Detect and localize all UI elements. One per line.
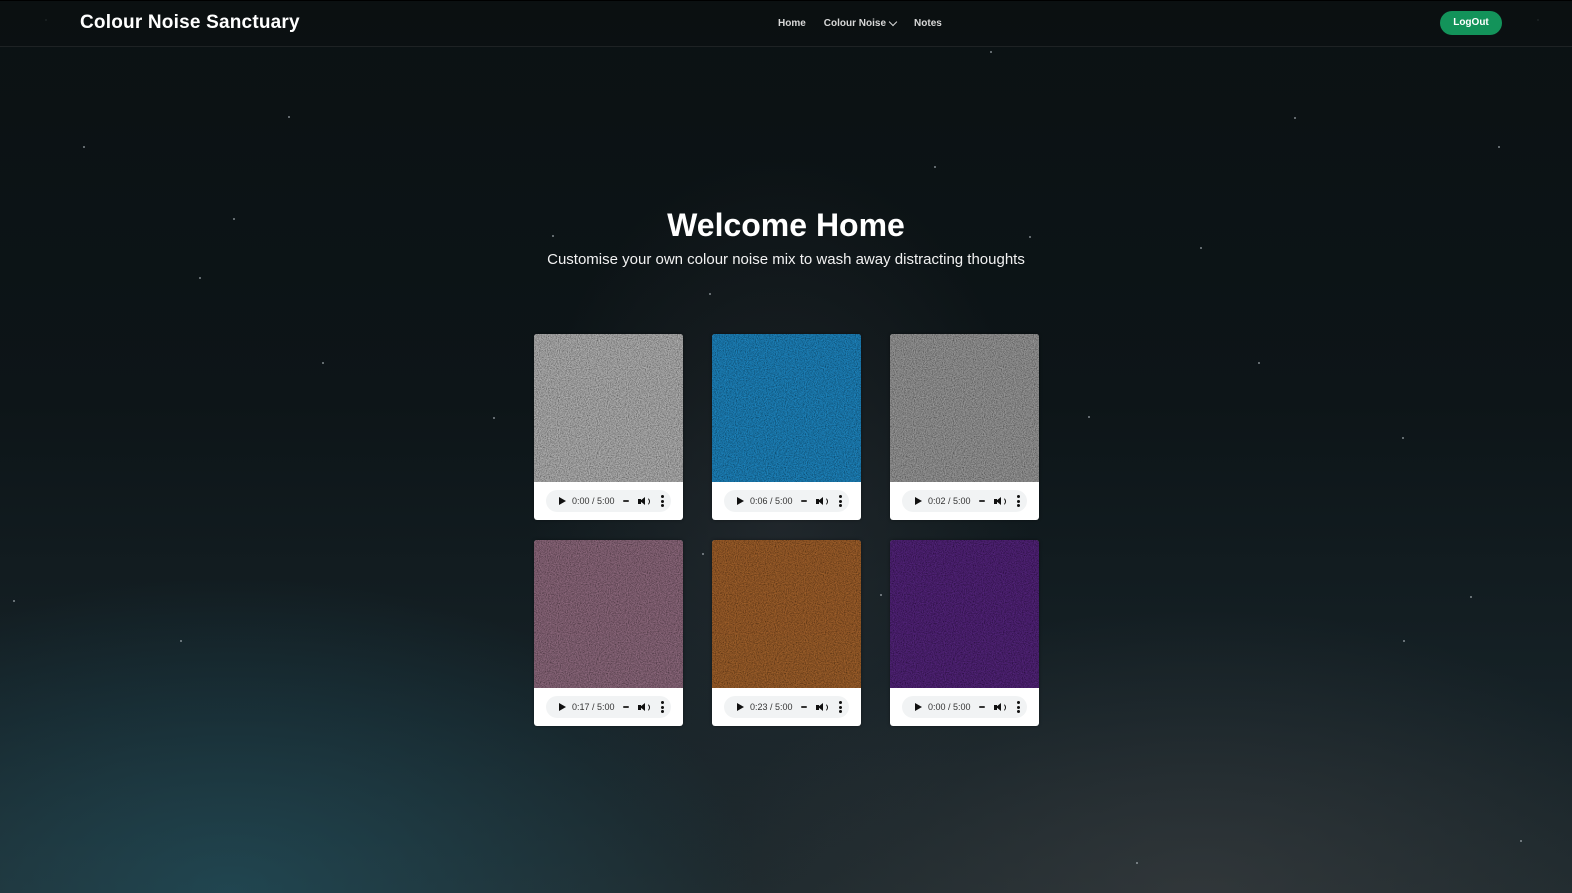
more-options-icon[interactable] <box>1016 701 1020 713</box>
more-options-icon[interactable] <box>660 701 664 713</box>
grey-noise-image <box>890 334 1039 482</box>
audio-time: 0:23 / 5:00 <box>750 702 793 712</box>
white-noise-image <box>534 334 683 482</box>
chevron-down-icon <box>888 17 898 27</box>
noise-card: 0:02 / 5:00 <box>890 334 1039 520</box>
audio-player[interactable]: 0:00 / 5:00 <box>902 696 1027 718</box>
volume-icon[interactable] <box>993 496 1006 507</box>
seek-bar[interactable] <box>622 500 629 502</box>
play-icon[interactable] <box>915 497 922 505</box>
noise-card: 0:00 / 5:00 <box>890 540 1039 726</box>
seek-bar[interactable] <box>622 706 629 708</box>
audio-player[interactable]: 0:06 / 5:00 <box>724 490 849 512</box>
volume-icon[interactable] <box>637 702 650 713</box>
seek-bar[interactable] <box>978 706 985 708</box>
brown-noise-image <box>712 540 861 688</box>
nav-menu: Home Colour Noise Notes <box>778 17 942 29</box>
noise-card: 0:17 / 5:00 <box>534 540 683 726</box>
audio-time: 0:06 / 5:00 <box>750 496 793 506</box>
play-icon[interactable] <box>559 703 566 711</box>
seek-bar[interactable] <box>978 500 985 502</box>
volume-icon[interactable] <box>815 702 828 713</box>
nav-link-home-label: Home <box>778 18 806 29</box>
nav-dropdown-colour-noise[interactable]: Colour Noise <box>823 17 898 29</box>
seek-bar[interactable] <box>800 706 807 708</box>
more-options-icon[interactable] <box>660 495 664 507</box>
volume-icon[interactable] <box>637 496 650 507</box>
nav-link-notes-label: Notes <box>914 18 942 29</box>
play-icon[interactable] <box>737 703 744 711</box>
play-icon[interactable] <box>559 497 566 505</box>
noise-card: 0:23 / 5:00 <box>712 540 861 726</box>
nav-link-home[interactable]: Home <box>778 18 806 29</box>
top-navbar: Colour Noise Sanctuary Home Colour Noise… <box>0 0 1572 47</box>
audio-player[interactable]: 0:17 / 5:00 <box>546 696 671 718</box>
nav-dropdown-label: Colour Noise <box>823 18 887 29</box>
audio-time: 0:00 / 5:00 <box>572 496 615 506</box>
volume-icon[interactable] <box>815 496 828 507</box>
audio-player[interactable]: 0:02 / 5:00 <box>902 490 1027 512</box>
more-options-icon[interactable] <box>838 495 842 507</box>
seek-bar[interactable] <box>800 500 807 502</box>
page-subtitle: Customise your own colour noise mix to w… <box>547 251 1025 268</box>
violet-noise-image <box>890 540 1039 688</box>
more-options-icon[interactable] <box>838 701 842 713</box>
pink-noise-image <box>534 540 683 688</box>
audio-time: 0:02 / 5:00 <box>928 496 971 506</box>
audio-time: 0:00 / 5:00 <box>928 702 971 712</box>
audio-player[interactable]: 0:23 / 5:00 <box>724 696 849 718</box>
blue-noise-image <box>712 334 861 482</box>
noise-card: 0:06 / 5:00 <box>712 334 861 520</box>
volume-icon[interactable] <box>993 702 1006 713</box>
audio-player[interactable]: 0:00 / 5:00 <box>546 490 671 512</box>
noise-card: 0:00 / 5:00 <box>534 334 683 520</box>
nav-link-notes[interactable]: Notes <box>914 18 942 29</box>
page-title: Welcome Home <box>667 207 905 243</box>
site-brand[interactable]: Colour Noise Sanctuary <box>80 12 300 34</box>
more-options-icon[interactable] <box>1016 495 1020 507</box>
play-icon[interactable] <box>915 703 922 711</box>
play-icon[interactable] <box>737 497 744 505</box>
audio-time: 0:17 / 5:00 <box>572 702 615 712</box>
logout-button[interactable]: LogOut <box>1440 11 1502 35</box>
